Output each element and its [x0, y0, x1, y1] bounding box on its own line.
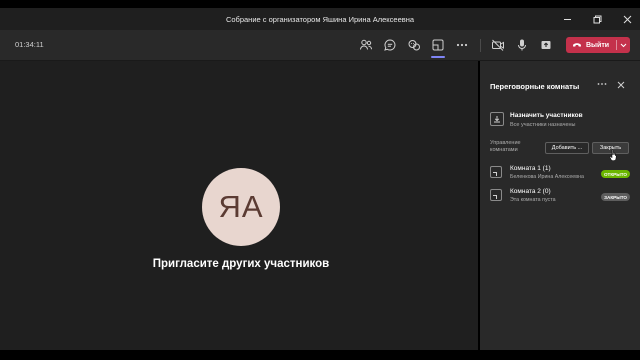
minimize-icon[interactable] [560, 12, 574, 26]
close-icon[interactable] [620, 12, 634, 26]
phone-hangup-icon [573, 43, 581, 47]
status-badge: ЗАКРЫТО [601, 193, 630, 201]
assign-participants-row[interactable]: Назначить участников Все участники назна… [490, 112, 630, 132]
people-icon[interactable] [358, 37, 374, 53]
meeting-stage: ЯА Пригласите других участников [0, 61, 478, 350]
letterbox-bottom [0, 350, 640, 360]
assign-participants-title: Назначить участников [510, 112, 583, 119]
leave-main-area[interactable]: Выйти [566, 37, 616, 53]
panel-title: Переговорные комнаты [490, 82, 580, 91]
status-badge: ОТКРЫТО [600, 170, 630, 178]
invite-message: Пригласите других участников [152, 258, 330, 270]
title-bar: Собрание с организатором Яшина Ирина Але… [0, 8, 640, 30]
chat-icon[interactable] [382, 37, 398, 53]
avatar: ЯА [202, 168, 280, 246]
assign-participants-status: Все участники назначены [510, 122, 576, 128]
room-participants: Эта комната пуста [510, 197, 556, 203]
share-icon[interactable] [538, 37, 554, 53]
avatar-initials: ЯА [218, 189, 264, 224]
room-name: Комната 1 (1) [510, 165, 551, 172]
hand-cursor-icon [609, 149, 617, 161]
breakout-room-icon [490, 189, 502, 201]
panel-close-icon[interactable] [616, 80, 626, 90]
add-room-button[interactable]: Добавить ... [545, 142, 589, 154]
room-name: Комната 2 (0) [510, 188, 551, 195]
assign-participants-icon [490, 112, 504, 126]
panel-more-icon[interactable] [596, 80, 608, 88]
reactions-icon[interactable] [406, 37, 422, 53]
leave-button[interactable]: Выйти [566, 37, 630, 53]
breakout-rooms-icon[interactable] [430, 37, 446, 58]
manage-rooms-label: Управление комнатами [490, 140, 521, 153]
list-item[interactable]: Комната 1 (1) Беленкова Ирина Алексеевна… [490, 165, 630, 183]
meeting-timer: 01:34:11 [15, 40, 44, 49]
more-icon[interactable] [454, 37, 470, 53]
leave-label: Выйти [586, 41, 610, 49]
breakout-room-icon [490, 166, 502, 178]
camera-off-icon[interactable] [490, 37, 506, 53]
room-participants: Беленкова Ирина Алексеевна [510, 174, 584, 180]
mic-icon[interactable] [514, 37, 530, 53]
window-title: Собрание с организатором Яшина Ирина Але… [225, 14, 415, 24]
toolbar-divider [480, 39, 481, 52]
list-item[interactable]: Комната 2 (0) Эта комната пуста ЗАКРЫТО [490, 188, 630, 206]
chevron-down-icon[interactable] [617, 43, 630, 48]
window-controls [560, 8, 634, 30]
meeting-toolbar: 01:34:11 Выйти [0, 30, 640, 61]
letterbox-top [0, 0, 640, 8]
teams-meeting-window: Собрание с организатором Яшина Ирина Але… [0, 0, 640, 360]
restore-icon[interactable] [590, 12, 604, 26]
